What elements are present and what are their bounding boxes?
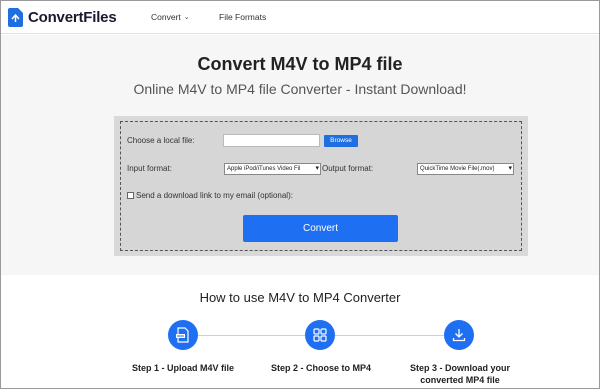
chevron-down-icon: ▾ bbox=[508, 165, 512, 172]
step-1 bbox=[168, 320, 198, 350]
chevron-down-icon: ⌄ bbox=[183, 14, 190, 21]
page-title: Convert M4V to MP4 file bbox=[197, 54, 403, 74]
step-1-label: Step 1 - Upload M4V file bbox=[131, 363, 234, 373]
output-format-select[interactable]: QuickTime Movie File(.mov) ▾ bbox=[417, 163, 514, 175]
step-3-label: Step 3 - Download your converted MP4 fil… bbox=[398, 362, 522, 386]
nav-convert-label: Convert bbox=[151, 12, 181, 22]
brand-name: ConvertFiles bbox=[28, 9, 117, 26]
input-format-value: Apple iPod/iTunes Video Fil bbox=[227, 166, 301, 172]
convert-button[interactable]: Convert bbox=[243, 215, 398, 242]
site-header: ConvertFiles Convert ⌄ File Formats bbox=[1, 1, 599, 34]
upload-file-icon bbox=[176, 327, 189, 343]
nav-file-formats-label: File Formats bbox=[219, 12, 267, 22]
input-format-select[interactable]: Apple iPod/iTunes Video Fil ▾ bbox=[224, 163, 321, 175]
output-format-label: Output format: bbox=[322, 164, 374, 173]
nav-file-formats[interactable]: File Formats bbox=[219, 12, 266, 22]
grid-icon bbox=[313, 328, 327, 342]
download-icon bbox=[452, 329, 466, 342]
page-subtitle: Online M4V to MP4 file Converter - Insta… bbox=[133, 81, 467, 97]
output-format-value: QuickTime Movie File(.mov) bbox=[420, 166, 495, 172]
email-checkbox-label: Send a download link to my email (option… bbox=[136, 191, 293, 200]
nav-convert[interactable]: Convert ⌄ bbox=[151, 12, 190, 22]
brand-logo[interactable]: ConvertFiles bbox=[8, 8, 117, 27]
convertfiles-logo-icon bbox=[8, 8, 23, 27]
step-2-label: Step 2 - Choose to MP4 bbox=[270, 363, 371, 373]
input-format-label: Input format: bbox=[127, 164, 172, 173]
step-3-label-line1: Step 3 - Download your bbox=[409, 363, 510, 373]
browse-button[interactable]: Browse bbox=[324, 135, 358, 147]
file-label: Choose a local file: bbox=[127, 136, 195, 145]
email-checkbox[interactable] bbox=[127, 192, 134, 199]
step-3-label-line2: converted MP4 file bbox=[420, 375, 500, 385]
step-2 bbox=[305, 320, 335, 350]
file-input[interactable] bbox=[223, 134, 320, 147]
chevron-down-icon: ▾ bbox=[315, 165, 319, 172]
howto-title: How to use M4V to MP4 Converter bbox=[199, 290, 401, 305]
step-3 bbox=[444, 320, 474, 350]
